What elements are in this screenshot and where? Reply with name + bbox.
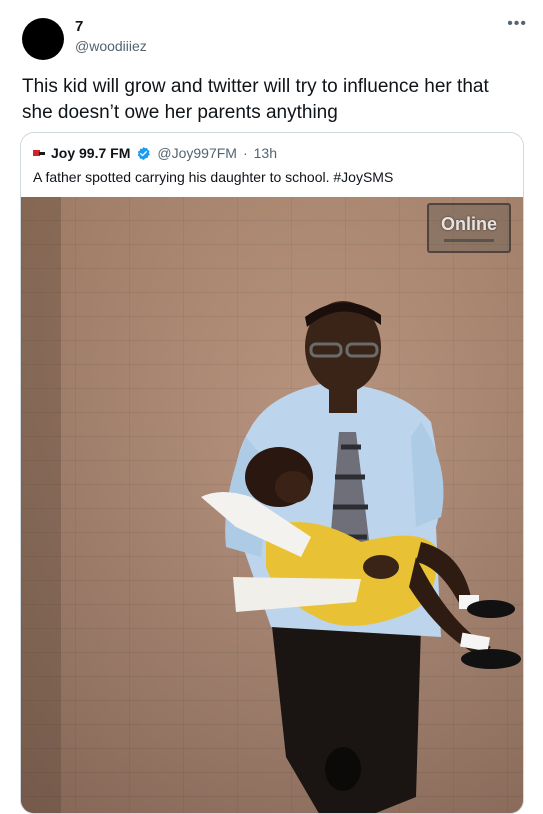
quoted-display-name[interactable]: Joy 99.7 FM	[51, 145, 130, 161]
verified-badge-icon	[138, 146, 151, 160]
quoted-handle[interactable]: @Joy997FM	[157, 145, 237, 161]
quoted-tweet[interactable]: Joy 99.7 FM @Joy997FM · 13h A father spo…	[20, 132, 524, 814]
more-horizontal-icon[interactable]: •••	[507, 16, 527, 32]
watermark-text: Online	[440, 214, 497, 234]
online-watermark-logo: Online	[427, 203, 511, 253]
watermark-underline	[444, 239, 494, 242]
author-handle[interactable]: @woodiiiez	[75, 38, 147, 54]
tweet-text: This kid will grow and twitter will try …	[22, 76, 489, 123]
author-avatar[interactable]	[22, 18, 64, 60]
dot-separator: ·	[242, 145, 248, 161]
quoted-timestamp[interactable]: 13h	[254, 145, 277, 161]
quoted-tweet-photo[interactable]: Online	[21, 197, 523, 813]
quoted-tweet-text: A father spotted carrying his daughter t…	[33, 169, 394, 185]
quoted-tweet-header: Joy 99.7 FM @Joy997FM · 13h	[33, 145, 277, 161]
photo-scene	[21, 197, 521, 813]
joy-fm-logo-icon	[33, 150, 45, 156]
author-display-name[interactable]: 7	[75, 18, 83, 35]
tweet-card[interactable]: 7 @woodiiiez ••• This kid will grow and …	[6, 4, 537, 814]
